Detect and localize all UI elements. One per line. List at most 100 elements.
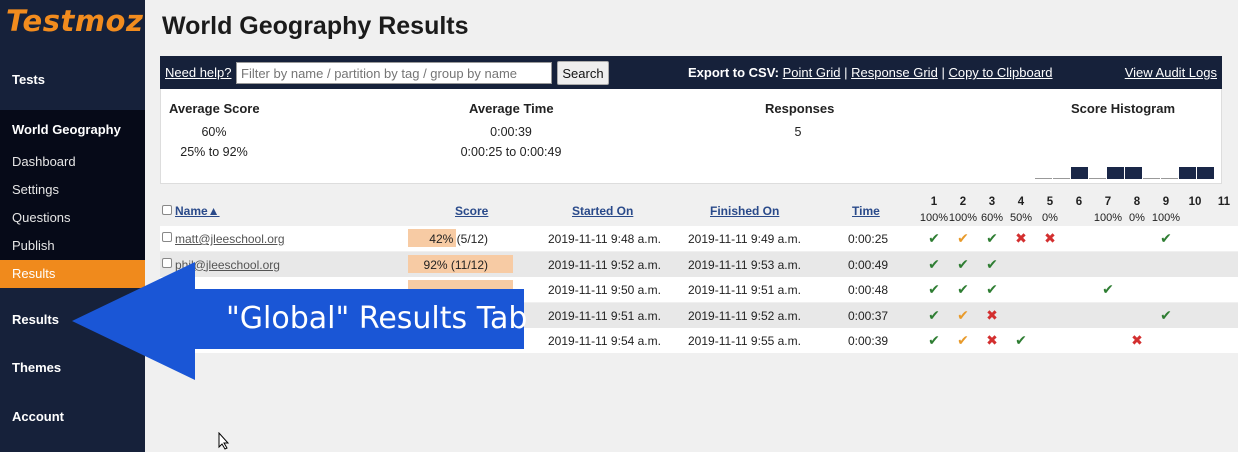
avg-score-range: 25% to 92% (180, 145, 248, 159)
responses-value: 5 (794, 125, 802, 139)
correct-check-icon[interactable]: ✔ (927, 230, 941, 247)
search-button[interactable]: Search (557, 61, 609, 85)
need-help-link[interactable]: Need help? (165, 65, 232, 80)
question-number: 11 (1217, 196, 1231, 208)
header-time[interactable]: Time (852, 204, 880, 218)
incorrect-x-icon[interactable]: ✖ (1130, 332, 1144, 349)
question-number: 8 (1133, 196, 1141, 208)
correct-check-icon[interactable]: ✔ (1101, 281, 1115, 298)
question-number: 1 (930, 196, 938, 208)
row-checkbox[interactable] (162, 232, 172, 242)
sidebar: Testmoz Tests World Geography Dashboard … (0, 0, 145, 452)
respondent-email-link[interactable]: matt@jleeschool.org (175, 232, 285, 246)
time-cell: 0:00:37 (848, 308, 889, 323)
histogram-bar (1197, 167, 1214, 179)
sidebar-item-publish[interactable]: Publish (12, 238, 55, 253)
partial-check-icon[interactable]: ✔ (956, 332, 970, 349)
sidebar-item-account[interactable]: Account (12, 409, 64, 424)
correct-check-icon[interactable]: ✔ (927, 332, 941, 349)
response-grid-link[interactable]: Response Grid (851, 65, 938, 80)
mouse-cursor-icon (218, 432, 230, 450)
incorrect-x-icon[interactable]: ✖ (1043, 230, 1057, 247)
question-number: 6 (1075, 196, 1083, 208)
sidebar-item-themes[interactable]: Themes (12, 360, 61, 375)
table-row[interactable]: matt@jleeschool.org 42% (5/12) 2019-11-11 … (160, 226, 1238, 251)
header-name[interactable]: Name▲ (175, 204, 220, 218)
question-number: 9 (1162, 196, 1170, 208)
correct-check-icon[interactable]: ✔ (927, 256, 941, 273)
avg-time-value: 0:00:39 (490, 125, 532, 139)
started-cell: 2019-11-11 9:54 a.m. (548, 334, 661, 348)
correct-check-icon[interactable]: ✔ (956, 281, 970, 298)
started-cell: 2019-11-11 9:52 a.m. (548, 257, 661, 272)
correct-check-icon[interactable]: ✔ (1014, 332, 1028, 349)
correct-check-icon[interactable]: ✔ (985, 230, 999, 247)
results-toolbar: Need help? Search Export to CSV: Point G… (160, 56, 1222, 89)
question-number: 5 (1046, 196, 1054, 208)
filter-input[interactable] (236, 62, 552, 84)
testmoz-logo[interactable]: Testmoz (0, 0, 145, 52)
question-percent: 60% (980, 212, 1004, 224)
correct-check-icon[interactable]: ✔ (985, 256, 999, 273)
histogram-bar (1107, 167, 1124, 179)
question-percent: 100% (948, 212, 978, 224)
question-number: 3 (988, 196, 996, 208)
correct-check-icon[interactable]: ✔ (985, 281, 999, 298)
avg-time-range: 0:00:25 to 0:00:49 (460, 145, 562, 159)
incorrect-x-icon[interactable]: ✖ (985, 332, 999, 349)
time-cell: 0:00:25 (848, 232, 889, 246)
score-histogram (1035, 166, 1215, 179)
export-separator: | (941, 65, 945, 80)
export-group: Export to CSV: Point Grid | Response Gri… (688, 65, 1053, 80)
question-percent: 0% (1129, 212, 1145, 224)
sidebar-item-questions[interactable]: Questions (12, 210, 71, 225)
copy-clipboard-link[interactable]: Copy to Clipboard (948, 65, 1052, 80)
incorrect-x-icon[interactable]: ✖ (985, 307, 999, 324)
sidebar-item-settings[interactable]: Settings (12, 182, 59, 197)
histogram-bar (1071, 167, 1088, 179)
header-score[interactable]: Score (455, 204, 488, 218)
correct-check-icon[interactable]: ✔ (1159, 230, 1173, 247)
score-histogram-label: Score Histogram (1071, 101, 1176, 116)
point-grid-link[interactable]: Point Grid (783, 65, 841, 80)
correct-check-icon[interactable]: ✔ (927, 307, 941, 324)
sidebar-item-tests[interactable]: Tests (0, 52, 145, 110)
header-finished-on[interactable]: Finished On (710, 204, 779, 218)
histogram-bar (1053, 178, 1070, 179)
callout-text: "Global" Results Tab (226, 301, 528, 336)
select-all-checkbox[interactable] (162, 205, 172, 215)
time-cell: 0:00:48 (848, 283, 889, 297)
question-percent: 100% (1093, 212, 1123, 224)
partial-check-icon[interactable]: ✔ (956, 307, 970, 324)
avg-score-value: 60% (201, 125, 227, 139)
question-number: 10 (1188, 196, 1202, 208)
avg-score-label: Average Score (169, 101, 260, 116)
sidebar-item-global-results[interactable]: Results (12, 312, 59, 327)
correct-check-icon[interactable]: ✔ (1159, 307, 1173, 324)
correct-check-icon[interactable]: ✔ (927, 281, 941, 298)
responses-label: Responses (765, 101, 835, 116)
question-percent: 100% (1151, 212, 1181, 224)
sidebar-item-dashboard[interactable]: Dashboard (12, 154, 76, 169)
header-started-on[interactable]: Started On (572, 204, 633, 218)
page-title: World Geography Results (162, 12, 469, 40)
histogram-bar (1179, 167, 1196, 179)
histogram-bar (1035, 178, 1052, 179)
partial-check-icon[interactable]: ✔ (956, 230, 970, 247)
sidebar-test-title[interactable]: World Geography (12, 122, 121, 137)
score-text: 42% (5/12) (429, 232, 488, 246)
view-audit-logs-link[interactable]: View Audit Logs (1125, 65, 1217, 80)
finished-cell: 2019-11-11 9:49 a.m. (688, 232, 801, 246)
correct-check-icon[interactable]: ✔ (956, 256, 970, 273)
incorrect-x-icon[interactable]: ✖ (1014, 230, 1028, 247)
histogram-bar (1161, 178, 1178, 179)
finished-cell: 2019-11-11 9:52 a.m. (688, 308, 801, 323)
histogram-bar (1143, 178, 1160, 179)
started-cell: 2019-11-11 9:51 a.m. (548, 308, 661, 323)
finished-cell: 2019-11-11 9:55 a.m. (688, 334, 801, 348)
avg-time-label: Average Time (469, 101, 554, 116)
question-percent: 0% (1042, 212, 1058, 224)
question-number: 4 (1017, 196, 1025, 208)
question-percent: 50% (1009, 212, 1033, 224)
histogram-bar (1089, 178, 1106, 179)
